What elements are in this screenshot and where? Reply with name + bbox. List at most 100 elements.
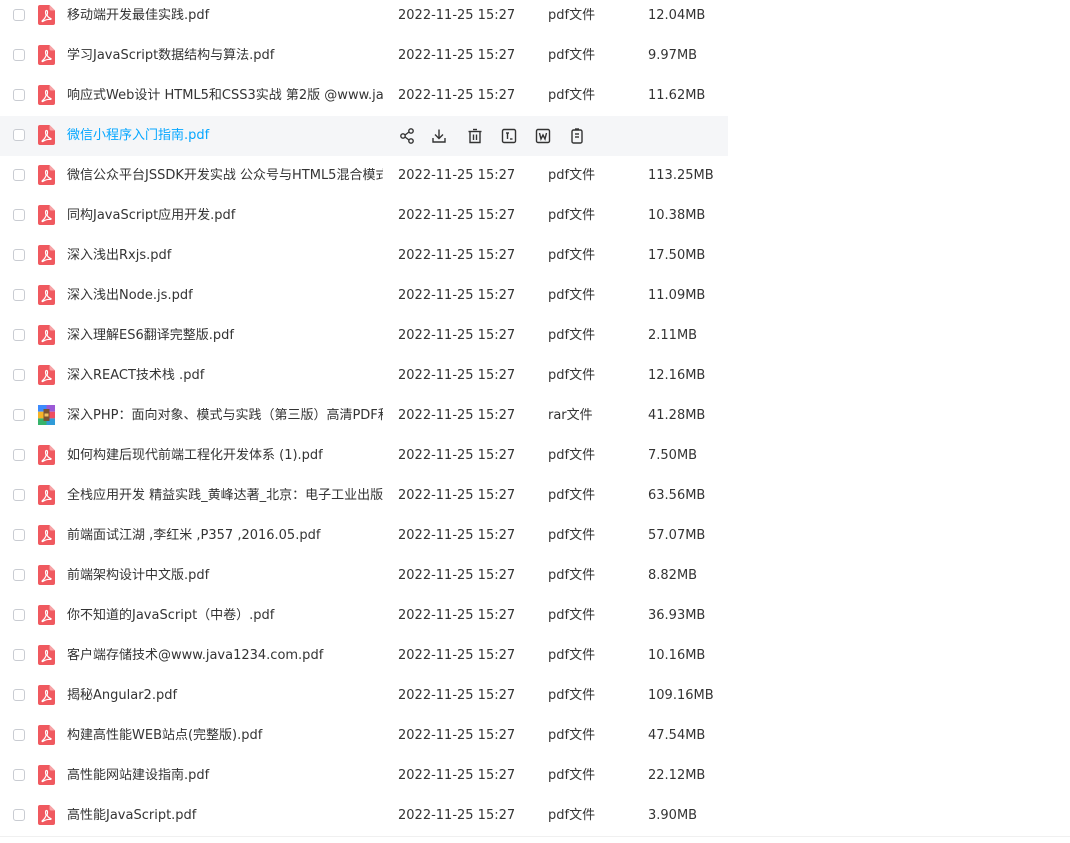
file-row[interactable]: 高性能JavaScript.pdf 2022-11-25 15:27 pdf文件 3.… — [0, 796, 728, 836]
pdf-icon — [38, 325, 55, 345]
file-size: 63.56MB — [648, 488, 706, 503]
file-row[interactable]: 构建高性能WEB站点(完整版).pdf 2022-11-25 15:27 pdf文件… — [0, 716, 728, 756]
file-size: 113.25MB — [648, 168, 714, 183]
file-row[interactable]: 高性能网站建设指南.pdf 2022-11-25 15:27 pdf文件 22.12M… — [0, 756, 728, 796]
file-row[interactable]: 响应式Web设计 HTML5和CSS3实战 第2版 @www.java... 20… — [0, 76, 728, 116]
file-name[interactable]: 深入浅出Node.js.pdf — [67, 288, 383, 304]
file-row[interactable]: 深入理解ES6翻译完整版.pdf 2022-11-25 15:27 pdf文件 2.1… — [0, 316, 728, 356]
file-size: 47.54MB — [648, 728, 706, 743]
file-row[interactable]: 如何构建后现代前端工程化开发体系 (1).pdf 2022-11-25 15:27… — [0, 436, 728, 476]
file-name[interactable]: 微信公众平台JSSDK开发实战 公众号与HTML5混合模式... — [67, 168, 383, 184]
row-checkbox[interactable] — [13, 809, 25, 821]
file-type: pdf文件 — [548, 368, 596, 383]
row-checkbox[interactable] — [13, 209, 25, 221]
file-row[interactable]: 微信公众平台JSSDK开发实战 公众号与HTML5混合模式... 2022-11-… — [0, 156, 728, 196]
file-date: 2022-11-25 15:27 — [398, 648, 516, 663]
file-date: 2022-11-25 15:27 — [398, 568, 516, 583]
file-row[interactable]: 移动端开发最佳实践.pdf 2022-11-25 15:27 pdf文件 12.04M… — [0, 0, 728, 36]
file-type: pdf文件 — [548, 568, 596, 583]
file-type: pdf文件 — [548, 488, 596, 503]
row-checkbox[interactable] — [13, 449, 25, 461]
file-name[interactable]: 你不知道的JavaScript（中卷）.pdf — [67, 608, 383, 624]
row-checkbox[interactable] — [13, 529, 25, 541]
row-checkbox[interactable] — [13, 569, 25, 581]
file-name[interactable]: 揭秘Angular2.pdf — [67, 688, 383, 704]
row-checkbox[interactable] — [13, 649, 25, 661]
pdf-icon — [38, 205, 55, 225]
row-checkbox[interactable] — [13, 689, 25, 701]
file-type: pdf文件 — [548, 448, 596, 463]
file-name[interactable]: 如何构建后现代前端工程化开发体系 (1).pdf — [67, 448, 383, 464]
file-size: 17.50MB — [648, 248, 706, 263]
file-row[interactable]: 前端架构设计中文版.pdf 2022-11-25 15:27 pdf文件 8.82MB — [0, 556, 728, 596]
row-checkbox[interactable] — [13, 769, 25, 781]
row-checkbox[interactable] — [13, 609, 25, 621]
row-checkbox[interactable] — [13, 289, 25, 301]
file-type: pdf文件 — [548, 248, 596, 263]
file-type: pdf文件 — [548, 728, 596, 743]
file-row[interactable]: 深入REACT技术栈 .pdf 2022-11-25 15:27 pdf文件 12.1… — [0, 356, 728, 396]
file-row[interactable]: 深入PHP：面向对象、模式与实践（第三版）高清PDF和... 2022-11-25… — [0, 396, 728, 436]
file-size: 10.16MB — [648, 648, 706, 663]
row-checkbox[interactable] — [13, 9, 25, 21]
open-word-icon[interactable] — [534, 127, 552, 145]
row-checkbox[interactable] — [13, 409, 25, 421]
file-row[interactable]: 深入浅出Node.js.pdf 2022-11-25 15:27 pdf文件 11.0… — [0, 276, 728, 316]
row-checkbox[interactable] — [13, 489, 25, 501]
file-date: 2022-11-25 15:27 — [398, 208, 516, 223]
file-row[interactable]: 学习JavaScript数据结构与算法.pdf 2022-11-25 15:27 p… — [0, 36, 728, 76]
file-row[interactable]: 前端面试江湖 ,李红米 ,P357 ,2016.05.pdf 2022-11-25… — [0, 516, 728, 556]
file-name[interactable]: 高性能JavaScript.pdf — [67, 808, 383, 824]
file-type: pdf文件 — [548, 88, 596, 103]
share-icon[interactable] — [398, 127, 416, 145]
file-date: 2022-11-25 15:27 — [398, 48, 516, 63]
file-name[interactable]: 高性能网站建设指南.pdf — [67, 768, 383, 784]
file-date: 2022-11-25 15:27 — [398, 328, 516, 343]
pdf-icon — [38, 5, 55, 25]
file-name[interactable]: 深入REACT技术栈 .pdf — [67, 368, 383, 384]
pdf-icon — [38, 645, 55, 665]
row-checkbox[interactable] — [13, 729, 25, 741]
pdf-icon — [38, 525, 55, 545]
file-name[interactable]: 微信小程序入门指南.pdf — [67, 128, 383, 144]
file-name[interactable]: 构建高性能WEB站点(完整版).pdf — [67, 728, 383, 744]
file-name[interactable]: 前端架构设计中文版.pdf — [67, 568, 383, 584]
file-row[interactable]: 全栈应用开发 精益实践_黄峰达著_北京：电子工业出版... 2022-11-25 … — [0, 476, 728, 516]
file-row[interactable]: 揭秘Angular2.pdf 2022-11-25 15:27 pdf文件 109.1… — [0, 676, 728, 716]
file-type: pdf文件 — [548, 48, 596, 63]
row-checkbox[interactable] — [13, 49, 25, 61]
row-checkbox[interactable] — [13, 129, 25, 141]
file-name[interactable]: 全栈应用开发 精益实践_黄峰达著_北京：电子工业出版... — [67, 488, 383, 504]
pdf-icon — [38, 285, 55, 305]
file-name[interactable]: 前端面试江湖 ,李红米 ,P357 ,2016.05.pdf — [67, 528, 383, 544]
pdf-icon — [38, 165, 55, 185]
pdf-icon — [38, 125, 55, 145]
file-size: 41.28MB — [648, 408, 706, 423]
file-row[interactable]: 客户端存储技术@www.java1234.com.pdf 2022-11-25 1… — [0, 636, 728, 676]
file-date: 2022-11-25 15:27 — [398, 768, 516, 783]
row-checkbox[interactable] — [13, 329, 25, 341]
pdf-icon — [38, 245, 55, 265]
file-row[interactable]: 微信小程序入门指南.pdf — [0, 116, 728, 156]
row-checkbox[interactable] — [13, 369, 25, 381]
file-row[interactable]: 你不知道的JavaScript（中卷）.pdf 2022-11-25 15:27 p… — [0, 596, 728, 636]
download-icon[interactable] — [430, 127, 448, 145]
file-row[interactable]: 同构JavaScript应用开发.pdf 2022-11-25 15:27 pdf文… — [0, 196, 728, 236]
file-name[interactable]: 学习JavaScript数据结构与算法.pdf — [67, 48, 383, 64]
file-size: 11.62MB — [648, 88, 706, 103]
file-date: 2022-11-25 15:27 — [398, 728, 516, 743]
file-row[interactable]: 深入浅出Rxjs.pdf 2022-11-25 15:27 pdf文件 17.50MB — [0, 236, 728, 276]
row-checkbox[interactable] — [13, 169, 25, 181]
file-name[interactable]: 同构JavaScript应用开发.pdf — [67, 208, 383, 224]
file-name[interactable]: 客户端存储技术@www.java1234.com.pdf — [67, 648, 383, 664]
row-checkbox[interactable] — [13, 89, 25, 101]
file-name[interactable]: 响应式Web设计 HTML5和CSS3实战 第2版 @www.java... — [67, 88, 383, 104]
file-name[interactable]: 深入理解ES6翻译完整版.pdf — [67, 328, 383, 344]
file-name[interactable]: 深入浅出Rxjs.pdf — [67, 248, 383, 264]
delete-icon[interactable] — [466, 127, 484, 145]
file-name[interactable]: 深入PHP：面向对象、模式与实践（第三版）高清PDF和... — [67, 408, 383, 424]
file-name[interactable]: 移动端开发最佳实践.pdf — [67, 8, 383, 24]
row-checkbox[interactable] — [13, 249, 25, 261]
copy-icon[interactable] — [568, 127, 586, 145]
rename-icon[interactable] — [500, 127, 518, 145]
